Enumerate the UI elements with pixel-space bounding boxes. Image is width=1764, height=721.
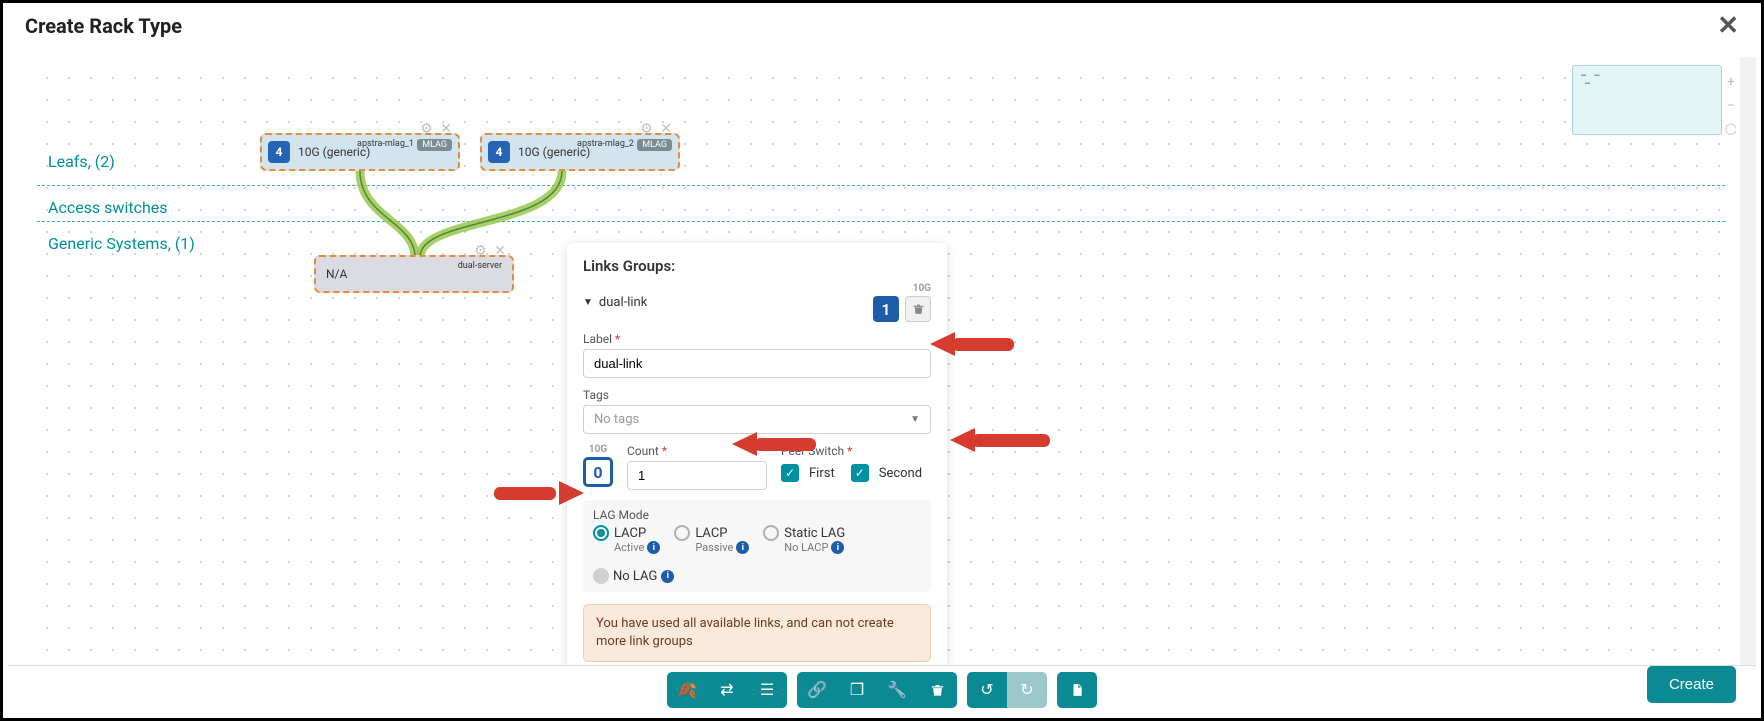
tags-field-label: Tags <box>583 388 931 402</box>
radio-lacp-active-sub: Active i <box>593 541 660 554</box>
label-field-label: Label * <box>583 332 931 346</box>
link-group-toggle[interactable]: ▼ dual-link <box>583 295 647 310</box>
toolbar-list-icon[interactable]: ☰ <box>747 672 787 708</box>
node-controls[interactable]: ⚙ ✕ <box>640 121 674 137</box>
info-icon[interactable]: i <box>831 541 844 554</box>
toolbar-trash-icon[interactable] <box>917 672 957 708</box>
links-groups-panel: Links Groups: ▼ dual-link 10G 1 <box>567 243 947 666</box>
toolbar-undo-icon[interactable]: ↺ <box>967 672 1007 708</box>
group-speed: 10G <box>913 283 931 294</box>
panel-title: Links Groups: <box>583 257 931 275</box>
row-divider <box>37 221 1725 222</box>
trash-icon <box>912 302 925 316</box>
lag-mode-label: LAG Mode <box>593 508 921 522</box>
peer-switch-label: Peer Switch * <box>781 444 931 458</box>
speed-block-label: 10G <box>589 444 607 455</box>
design-canvas[interactable]: Leafs, (2) Access switches Generic Syste… <box>26 57 1736 666</box>
link-group-name: dual-link <box>599 295 647 310</box>
row-label-access[interactable]: Access switches <box>48 198 168 217</box>
group-count-badge[interactable]: 1 <box>873 296 899 322</box>
leaf-port-count: 4 <box>268 141 290 163</box>
generic-system-node[interactable]: ⚙ ✕ N/A dual-server <box>314 255 514 293</box>
radio-no-lag[interactable]: No LAG i <box>593 568 674 584</box>
toolbar-leaf-icon[interactable]: 🍂 <box>667 672 707 708</box>
create-button[interactable]: Create <box>1647 666 1736 703</box>
toolbar-doc-icon[interactable] <box>1057 672 1097 708</box>
tags-placeholder: No tags <box>594 412 639 427</box>
leaf-node-1[interactable]: ⚙ ✕ 4 10G (generic) apstra-mlag_1 MLAG <box>260 133 460 171</box>
generic-name: dual-server <box>458 261 502 271</box>
checkbox-second[interactable]: ✓ <box>851 464 869 482</box>
caret-down-icon: ▼ <box>583 297 593 308</box>
radio-lacp-passive[interactable]: LACP <box>674 525 749 541</box>
leaf-badge-mlag: MLAG <box>417 139 452 151</box>
chevron-down-icon: ▼ <box>910 414 920 425</box>
row-divider <box>37 185 1725 186</box>
count-input[interactable] <box>627 461 767 490</box>
radio-static-sub: No LACP i <box>763 541 845 554</box>
footer-bar: 🍂 ⇄ ☰ 🔗 ❐ 🔧 ↺ ↻ Create <box>8 665 1756 713</box>
label-input[interactable] <box>583 349 931 378</box>
radio-static-lag[interactable]: Static LAG <box>763 525 845 541</box>
annotation-arrow <box>950 428 1055 452</box>
leaf-port-count: 4 <box>488 141 510 163</box>
checkbox-second-label: Second <box>879 466 922 481</box>
leaf-badge-mlag: MLAG <box>637 139 672 151</box>
toolbar-wrench-icon[interactable]: 🔧 <box>877 672 917 708</box>
toolbar-redo-icon[interactable]: ↻ <box>1007 672 1047 708</box>
node-controls[interactable]: ⚙ ✕ <box>474 243 508 259</box>
toolbar-swap-icon[interactable]: ⇄ <box>707 672 747 708</box>
count-field-label: Count * <box>627 444 767 458</box>
generic-text: N/A <box>326 267 347 281</box>
leaf-name: apstra-mlag_2 <box>577 139 634 149</box>
info-icon[interactable]: i <box>661 570 674 583</box>
info-icon[interactable]: i <box>647 541 660 554</box>
row-label-generic[interactable]: Generic Systems, (1) <box>48 234 195 253</box>
vertical-scrollbar[interactable] <box>1740 57 1756 675</box>
minimap[interactable]: ▬ ▬ ▬ + − ◯ <box>1572 65 1722 135</box>
checkbox-first-label: First <box>809 466 835 481</box>
toolbar-link-icon[interactable]: 🔗 <box>797 672 837 708</box>
radio-lacp-active[interactable]: LACP <box>593 525 660 541</box>
radio-lacp-passive-sub: Passive i <box>674 541 749 554</box>
delete-group-button <box>905 296 931 322</box>
remaining-links-badge[interactable]: 0 <box>583 457 613 487</box>
info-icon[interactable]: i <box>736 541 749 554</box>
zoom-in-icon[interactable]: + <box>1723 74 1736 90</box>
page-title: Create Rack Type <box>25 14 182 38</box>
leaf-node-2[interactable]: ⚙ ✕ 4 10G (generic) apstra-mlag_2 MLAG <box>480 133 680 171</box>
checkbox-first[interactable]: ✓ <box>781 464 799 482</box>
toolbar-copy-icon[interactable]: ❐ <box>837 672 877 708</box>
node-controls[interactable]: ⚙ ✕ <box>420 121 454 137</box>
close-icon[interactable]: ✕ <box>1717 13 1739 39</box>
zoom-fit-icon[interactable]: ◯ <box>1723 122 1736 135</box>
tags-dropdown[interactable]: No tags ▼ <box>583 405 931 434</box>
warning-message: You have used all available links, and c… <box>583 604 931 662</box>
leaf-name: apstra-mlag_1 <box>357 139 414 149</box>
zoom-out-icon[interactable]: − <box>1723 98 1736 114</box>
row-label-leafs[interactable]: Leafs, (2) <box>48 152 115 171</box>
